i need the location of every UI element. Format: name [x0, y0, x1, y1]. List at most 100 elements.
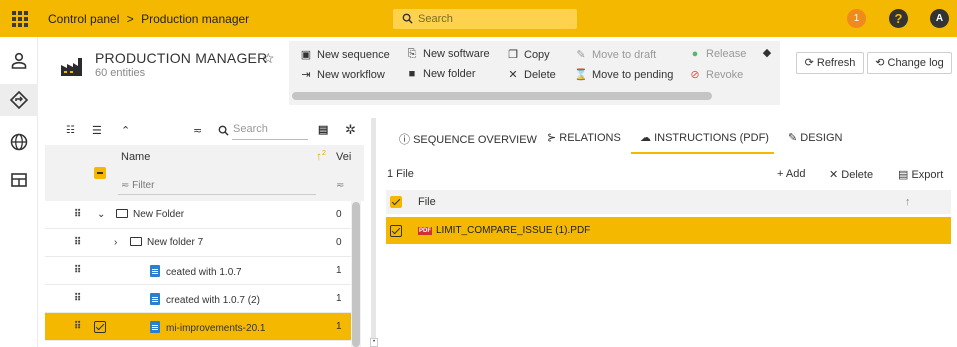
add-file-button[interactable]: + Add — [777, 168, 805, 180]
drag-handle-icon[interactable]: ⠿ — [74, 265, 81, 276]
dashboard-icon[interactable] — [9, 170, 29, 190]
revoke-label: Revoke — [706, 69, 744, 81]
change-log-button[interactable]: ⟲ Change log — [867, 52, 952, 74]
export-icon[interactable]: ▤ — [318, 123, 328, 136]
tab-instructions[interactable]: ☁ INSTRUCTIONS (PDF) — [640, 131, 769, 144]
revoke-icon: ⊘ — [690, 69, 700, 81]
global-search-input[interactable]: Search — [393, 9, 577, 29]
help-icon[interactable]: ? — [889, 9, 908, 28]
column-name-header[interactable]: Name — [121, 151, 150, 163]
tree-row[interactable]: ⠿ ⌄ New Folder 0 — [45, 201, 351, 229]
document-icon — [150, 265, 160, 277]
tree-row-version: 1 — [336, 321, 342, 332]
select-all-checkbox[interactable] — [94, 167, 106, 179]
new-workflow-button[interactable]: ⇥ New workflow — [299, 68, 385, 81]
move-to-pending-button[interactable]: ⌛ Move to pending — [574, 68, 673, 81]
column-version-header[interactable]: Vei — [336, 151, 351, 163]
file-name[interactable]: PDF LIMIT_COMPARE_ISSUE (1).PDF — [418, 225, 590, 236]
export-label: Export — [911, 169, 944, 181]
row-checkbox[interactable] — [94, 321, 106, 333]
copy-label: Copy — [524, 49, 550, 61]
export-file-button[interactable]: ▤ Export — [898, 168, 943, 181]
delete-label: Delete — [524, 69, 556, 81]
refresh-button[interactable]: ⟳ Refresh — [796, 52, 864, 74]
tree-row-version: 1 — [336, 265, 342, 276]
delete-button[interactable]: ✕ Delete — [506, 68, 556, 81]
sort-order-badge: 2 — [322, 150, 326, 157]
new-software-label: New software — [423, 48, 490, 60]
document-icon — [150, 293, 160, 305]
breadcrumb-control-panel[interactable]: Control panel — [48, 12, 119, 26]
gear-icon[interactable]: ✲ — [345, 122, 356, 138]
tree-row[interactable]: ⠿ ceated with 1.0.7 1 — [45, 257, 351, 285]
info-icon: ⓘ — [399, 134, 414, 146]
change-log-label: Change log — [887, 57, 944, 69]
tab-design[interactable]: ✎ DESIGN — [788, 131, 842, 144]
copy-button[interactable]: ❐ Copy — [506, 48, 550, 61]
move-to-draft-button[interactable]: ✎ Move to draft — [574, 48, 656, 61]
tree-search-input[interactable]: Search — [233, 123, 268, 135]
name-filter-input[interactable]: ≂ Filter — [121, 180, 154, 191]
history-icon: ⟲ — [875, 57, 888, 69]
drag-handle-icon[interactable]: ⠿ — [74, 237, 81, 248]
notification-badge[interactable]: 1 — [847, 9, 866, 28]
sort-arrow-icon[interactable]: ↑ — [905, 196, 911, 208]
globe-icon[interactable] — [9, 132, 29, 152]
chevron-up-icon[interactable]: ⌃ — [121, 124, 130, 137]
breadcrumb-separator: > — [126, 12, 134, 26]
new-workflow-label: New workflow — [317, 69, 385, 81]
version-filter-icon[interactable]: ≂ — [336, 180, 344, 191]
new-software-button[interactable]: ⎘ New software — [405, 48, 490, 61]
tree-scrollbar-thumb[interactable] — [352, 202, 360, 347]
delete-file-button[interactable]: ✕ Delete — [829, 168, 873, 181]
filter-icon: ≂ — [121, 180, 133, 191]
panel-divider[interactable] — [371, 118, 376, 347]
list-view-icon[interactable]: ☰ — [92, 124, 102, 137]
file-row-checkbox[interactable] — [390, 225, 402, 237]
select-all-files-checkbox[interactable] — [390, 196, 402, 208]
tree-row[interactable]: ⠿ created with 1.0.7 (2) 1 — [45, 285, 351, 313]
release-button[interactable]: ● Release — [688, 48, 747, 60]
revoke-button[interactable]: ⊘ Revoke — [688, 68, 743, 81]
favorite-star-icon[interactable]: ☆ — [262, 50, 275, 67]
tree-row[interactable]: ⠿ › New folder 7 0 — [45, 229, 351, 257]
filter-placeholder: Filter — [132, 180, 155, 191]
tree-row-name: ceated with 1.0.7 — [166, 267, 242, 278]
tree-search-icon[interactable] — [218, 125, 229, 136]
breadcrumb-production-manager: Production manager — [141, 12, 250, 26]
workflow-icon[interactable] — [9, 90, 29, 110]
close-icon: ✕ — [508, 69, 518, 81]
tree-row-label: New folder 7 — [130, 237, 203, 248]
column-file-header[interactable]: File — [418, 196, 436, 208]
active-tab-indicator — [631, 152, 774, 154]
delete-label: Delete — [841, 169, 874, 181]
tree-row-selected[interactable]: ⠿ mi-improvements-20.1 1 — [45, 313, 351, 341]
new-sequence-icon: ▣ — [300, 49, 312, 61]
filter-icon[interactable]: ≂ — [193, 124, 202, 137]
toolbar-scrollbar[interactable] — [292, 92, 712, 100]
tree-row-label: mi-improvements-20.1 — [150, 321, 265, 334]
tab-label: DESIGN — [800, 132, 843, 144]
factory-icon — [61, 58, 82, 76]
apps-grid-icon[interactable] — [12, 11, 28, 27]
tree-search-underline — [232, 139, 308, 140]
expand-chevron-icon[interactable]: ⌄ — [97, 209, 105, 220]
user-icon[interactable] — [9, 51, 29, 71]
drag-handle-icon[interactable]: ⠿ — [74, 209, 81, 220]
expand-all-icon[interactable]: ☷ — [66, 125, 75, 136]
avatar[interactable]: A — [930, 9, 949, 28]
splitter-handle-icon[interactable]: • — [370, 338, 378, 347]
drag-handle-icon[interactable]: ⠿ — [74, 321, 81, 332]
cloud-upload-icon: ☁ — [640, 132, 655, 144]
new-sequence-button[interactable]: ▣ New sequence — [299, 48, 390, 61]
tab-sequence-overview[interactable]: ⓘ SEQUENCE OVERVIEW — [399, 131, 537, 147]
tag-button[interactable]: ◆ — [760, 46, 778, 59]
move-to-draft-label: Move to draft — [592, 49, 657, 61]
tree-row-label: created with 1.0.7 (2) — [150, 293, 260, 306]
new-folder-button[interactable]: ■ New folder — [405, 68, 476, 80]
close-icon: ✕ — [829, 169, 842, 181]
drag-handle-icon[interactable]: ⠿ — [74, 293, 81, 304]
sort-arrow-icon[interactable]: ↑2 — [316, 149, 326, 163]
expand-chevron-icon[interactable]: › — [114, 237, 117, 248]
tab-relations[interactable]: ⊱ RELATIONS — [547, 131, 621, 144]
